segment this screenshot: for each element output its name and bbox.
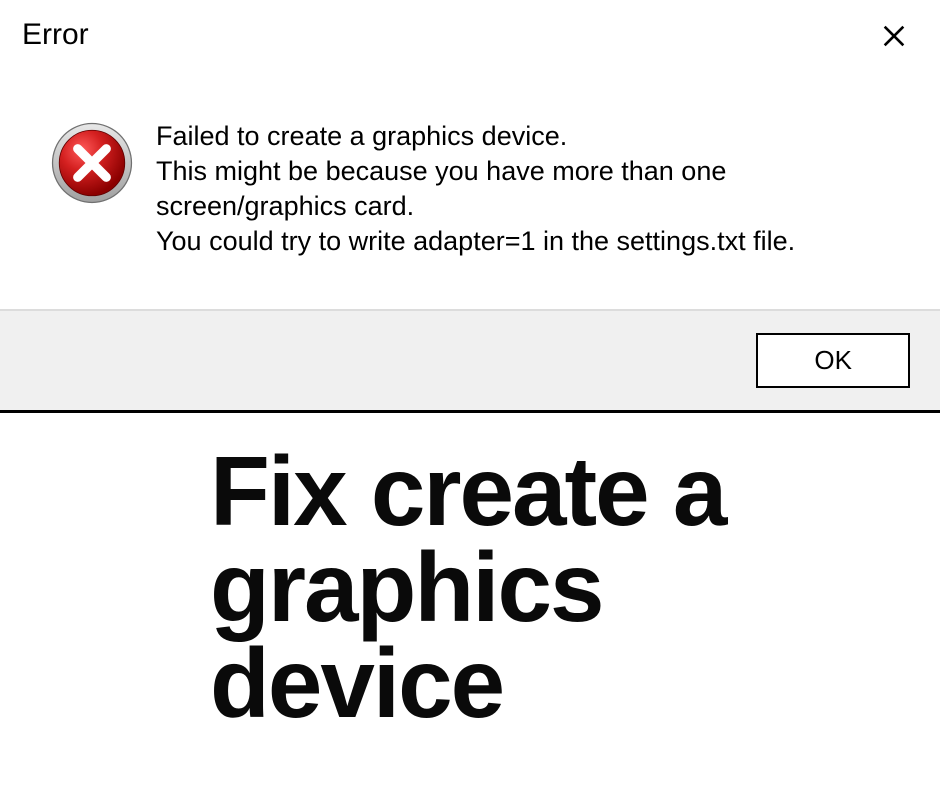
ok-button[interactable]: OK <box>756 333 910 388</box>
headline-area: Fix create a graphics device <box>0 413 940 761</box>
message-line-3: You could try to write adapter=1 in the … <box>156 224 910 259</box>
close-button[interactable] <box>876 18 912 59</box>
error-dialog: Error <box>0 0 940 413</box>
dialog-title: Error <box>22 18 89 52</box>
error-message: Failed to create a graphics device. This… <box>156 119 910 259</box>
titlebar: Error <box>0 0 940 69</box>
button-bar: OK <box>0 309 940 410</box>
headline-text: Fix create a graphics device <box>210 443 910 731</box>
message-line-1: Failed to create a graphics device. <box>156 119 910 154</box>
close-icon <box>880 37 908 54</box>
dialog-body: Failed to create a graphics device. This… <box>0 69 940 309</box>
message-line-2: This might be because you have more than… <box>156 154 910 224</box>
error-icon <box>50 121 134 205</box>
